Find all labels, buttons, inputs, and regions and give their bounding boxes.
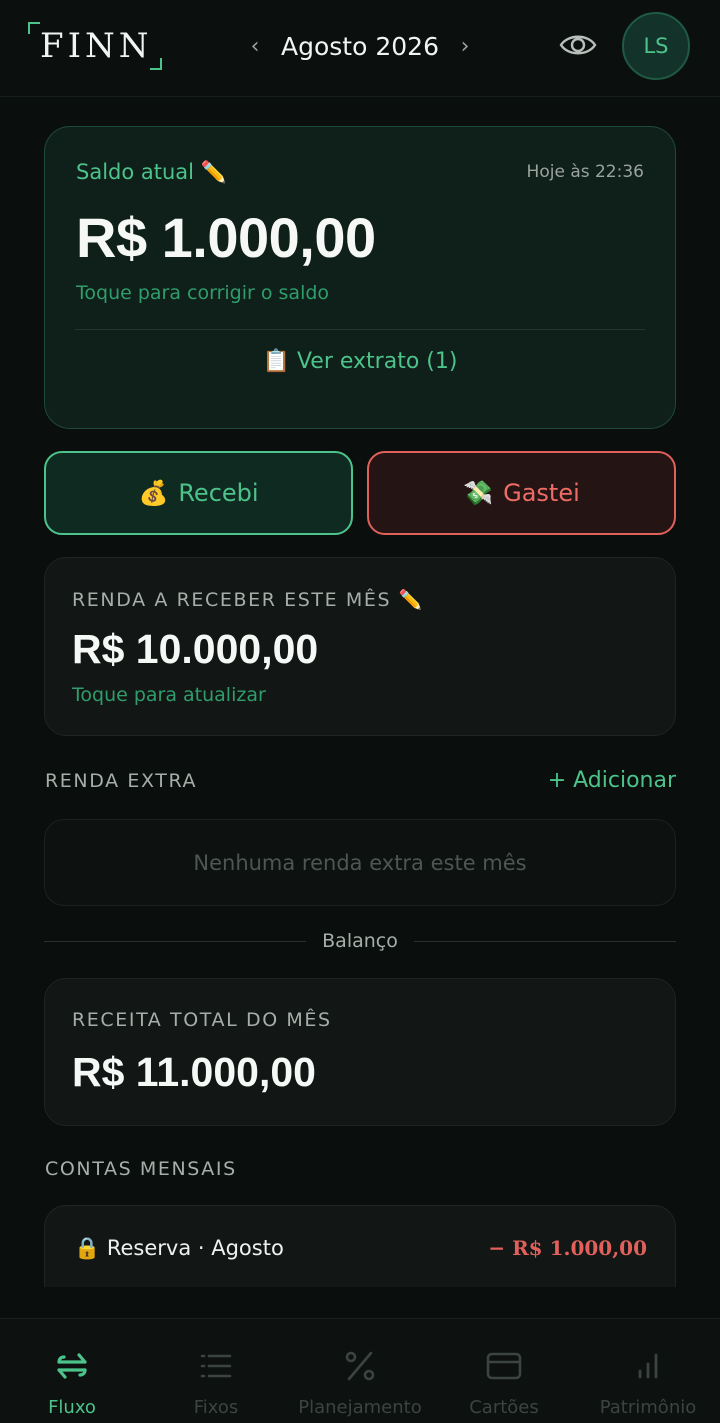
user-avatar[interactable]: LS [622,12,690,80]
extra-income-title: RENDA EXTRA [45,770,198,792]
bill-name-label: Reserva · Agosto [106,1236,284,1260]
total-revenue-value: R$ 11.000,00 [72,1049,316,1095]
balance-value: R$ 1.000,00 [76,206,376,269]
nav-label-cartoes: Cartões [469,1397,539,1418]
nav-item-cartoes[interactable]: Cartões [432,1319,576,1423]
current-month-label: Agosto 2026 [281,31,439,61]
income-to-receive-card[interactable]: RENDA A RECEBER ESTE MÊS ✏️ R$ 10.000,00… [44,557,676,736]
money-bag-icon: 💰 [138,479,169,507]
received-button[interactable]: 💰 Recebi [44,451,353,535]
income-label: RENDA A RECEBER ESTE MÊS ✏️ [72,589,425,611]
next-month-button[interactable]: › [450,34,480,59]
nav-item-planejamento[interactable]: Planejamento [288,1319,432,1423]
received-label: Recebi [178,479,259,507]
view-statement-button[interactable]: 📋 Ver extrato (1) [45,349,675,374]
bottom-navigation: Fluxo Fixos Planejamento Cartões Patrimô… [0,1318,720,1423]
bar-chart-icon [638,1353,658,1379]
logo-bracket-bottom-right [150,58,162,70]
total-revenue-label: RECEITA TOTAL DO MÊS [72,1009,332,1031]
nav-item-fluxo[interactable]: Fluxo [0,1319,144,1423]
lock-icon: 🔒 [74,1236,101,1260]
finn-logo: FINN [28,22,162,70]
bill-amount: − R$ 1.000,00 [488,1236,647,1260]
percent-icon [345,1351,375,1381]
nav-label-patrimonio: Patrimônio [599,1397,697,1418]
app-header: FINN ‹ Agosto 2026 › LS [0,0,720,97]
balance-section-divider: Balanço [44,928,676,956]
previous-month-button[interactable]: ‹ [240,34,270,59]
nav-item-patrimonio[interactable]: Patrimônio [576,1319,720,1423]
money-with-wings-icon: 💸 [463,479,494,507]
bill-name: 🔒 Reserva · Agosto [74,1236,284,1261]
logo-bracket-top-left [28,22,40,34]
list-item[interactable]: 🔒 Reserva · Agosto − R$ 1.000,00 [44,1205,676,1287]
balance-hint: Toque para corrigir o saldo [76,282,330,304]
toggle-visibility-eye-icon[interactable] [558,28,598,62]
arrows-swap-icon [57,1353,87,1379]
nav-label-fluxo: Fluxo [48,1397,96,1418]
add-extra-income-button[interactable]: + Adicionar [548,768,676,793]
balance-label[interactable]: Saldo atual ✏️ [76,160,227,185]
balance-timestamp: Hoje às 22:36 [526,162,644,182]
nav-label-planejamento: Planejamento [298,1397,422,1418]
month-selector: ‹ Agosto 2026 › [240,28,480,64]
spent-button[interactable]: 💸 Gastei [367,451,676,535]
divider [75,329,645,330]
spent-label: Gastei [503,479,580,507]
divider-line-right [414,941,676,942]
income-hint: Toque para atualizar [72,684,266,706]
nav-label-fixos: Fixos [193,1397,239,1418]
clipboard-icon: 📋 [262,349,290,374]
list-icon [200,1354,232,1378]
monthly-bills-title: CONTAS MENSAIS [45,1158,237,1180]
nav-item-fixos[interactable]: Fixos [144,1319,288,1423]
view-statement-label: Ver extrato (1) [296,349,458,374]
credit-card-icon [486,1352,522,1380]
logo-text: FINN [40,26,153,66]
income-value: R$ 10.000,00 [72,626,319,672]
total-revenue-card: RECEITA TOTAL DO MÊS R$ 11.000,00 [44,978,676,1126]
current-balance-card[interactable]: Saldo atual ✏️ Hoje às 22:36 R$ 1.000,00… [44,126,676,429]
extra-income-empty-state: Nenhuma renda extra este mês [44,819,676,906]
